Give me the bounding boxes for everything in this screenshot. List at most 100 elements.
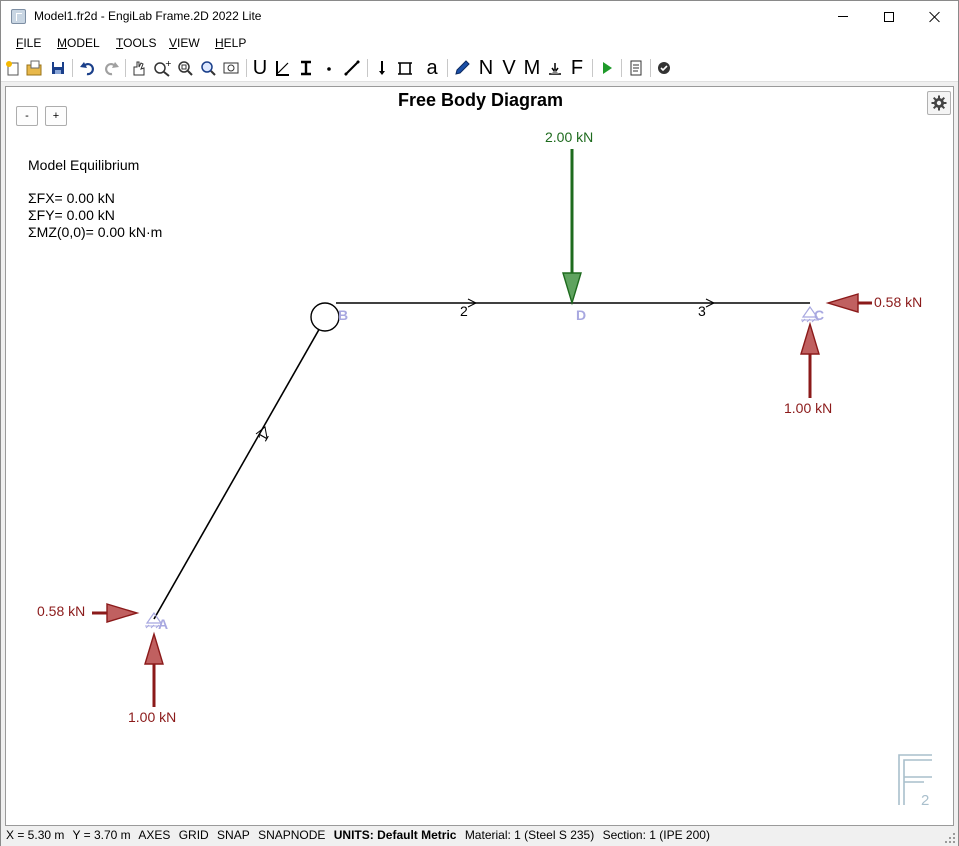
- reaction-cy-arrow[interactable]: [800, 321, 820, 398]
- check-button[interactable]: [655, 57, 673, 79]
- axial-force-icon: N: [478, 57, 494, 79]
- toolbar-separator: [246, 59, 247, 77]
- undo-button[interactable]: [79, 57, 97, 79]
- status-axes-toggle[interactable]: AXES: [138, 828, 170, 842]
- reaction-ay-arrow[interactable]: [144, 631, 164, 707]
- redo-button[interactable]: [102, 57, 120, 79]
- run-analysis-icon: [603, 62, 612, 74]
- reaction-cx-arrow[interactable]: [825, 293, 872, 313]
- minimize-icon: [838, 16, 848, 17]
- node-label-a: A: [158, 616, 169, 632]
- status-units[interactable]: UNITS: Default Metric: [334, 828, 457, 842]
- drawing-canvas[interactable]: - + Free Body Diagram Model Equilibrium …: [5, 86, 954, 826]
- node-label-d: D: [576, 307, 587, 323]
- zoom-previous-icon: [223, 62, 239, 74]
- zoom-in-button[interactable]: +: [153, 57, 171, 79]
- watermark-logo-text: 2: [921, 792, 929, 809]
- status-grid-toggle[interactable]: GRID: [179, 828, 209, 842]
- status-bar: X = 5.30 m Y = 3.70 m AXES GRID SNAP SNA…: [1, 827, 958, 846]
- shear-force-icon: V: [502, 57, 516, 79]
- reactions-button[interactable]: [546, 57, 564, 79]
- toolbar-separator: [621, 59, 622, 77]
- units-button[interactable]: U: [251, 57, 269, 79]
- toolbar-separator: [125, 59, 126, 77]
- applied-load-d-arrow[interactable]: [562, 149, 582, 306]
- report-button[interactable]: [627, 57, 645, 79]
- toolbar-separator: [592, 59, 593, 77]
- menu-view[interactable]: VIEW: [169, 36, 200, 50]
- window-title: Model1.fr2d - EngiLab Frame.2D 2022 Lite: [34, 9, 262, 23]
- toolbar-separator: [72, 59, 73, 77]
- hinge-b-icon[interactable]: [310, 302, 340, 332]
- element-1-line[interactable]: [153, 318, 326, 620]
- status-material[interactable]: Material: 1 (Steel S 235): [465, 828, 594, 842]
- app-window: Model1.fr2d - EngiLab Frame.2D 2022 Lite…: [0, 0, 959, 846]
- menu-help[interactable]: HELP: [215, 36, 246, 50]
- maximize-icon: [884, 11, 894, 22]
- run-analysis-button[interactable]: [598, 57, 616, 79]
- axial-force-button[interactable]: N: [476, 57, 496, 79]
- toolbar-separator: [447, 59, 448, 77]
- report-icon: [630, 60, 642, 76]
- element-load-button[interactable]: [396, 57, 414, 79]
- save-button[interactable]: [50, 57, 66, 79]
- nodal-load-button[interactable]: [373, 57, 391, 79]
- app-logo-icon: [11, 9, 26, 24]
- undo-icon: [80, 62, 95, 76]
- save-icon: [52, 62, 64, 74]
- reactions-icon: [549, 63, 561, 75]
- redo-icon: [104, 62, 119, 76]
- new-file-icon: [6, 61, 19, 76]
- free-body-button[interactable]: F: [568, 57, 586, 79]
- reaction-ay-label: 1.00 kN: [128, 709, 177, 725]
- materials-button[interactable]: [274, 57, 292, 79]
- toolbar-separator: [367, 59, 368, 77]
- close-button[interactable]: [912, 1, 958, 32]
- zoom-window-icon: [178, 61, 193, 76]
- zoom-extents-icon: [201, 61, 216, 76]
- menu-tools[interactable]: TOOLS: [116, 36, 156, 50]
- menu-bar: FILE MODEL TOOLS VIEW HELP: [1, 32, 958, 54]
- free-body-icon: F: [570, 57, 584, 79]
- sections-button[interactable]: [297, 57, 315, 79]
- minimize-button[interactable]: [820, 1, 866, 32]
- reaction-ax-arrow[interactable]: [92, 603, 140, 623]
- moment-button[interactable]: M: [521, 57, 543, 79]
- text-button[interactable]: a: [423, 57, 441, 79]
- status-snapnode-toggle[interactable]: SNAPNODE: [258, 828, 325, 842]
- menu-model[interactable]: MODEL: [57, 36, 100, 50]
- node-icon: [327, 67, 331, 71]
- sections-icon: [301, 60, 311, 76]
- resize-grip-icon[interactable]: [945, 833, 955, 843]
- zoom-window-button[interactable]: [176, 57, 194, 79]
- toolbar: + U a N V M F: [1, 54, 958, 82]
- maximize-button[interactable]: [866, 1, 912, 32]
- reaction-cx-label: 0.58 kN: [874, 294, 923, 310]
- node-button[interactable]: [320, 57, 338, 79]
- status-section[interactable]: Section: 1 (IPE 200): [603, 828, 710, 842]
- element-label-3: 3: [698, 303, 706, 319]
- reaction-ax-label: 0.58 kN: [37, 603, 86, 619]
- shear-force-button[interactable]: V: [499, 57, 519, 79]
- status-y-coordinate: Y = 3.70 m: [72, 828, 131, 842]
- title-bar: Model1.fr2d - EngiLab Frame.2D 2022 Lite: [1, 1, 958, 32]
- pencil-button[interactable]: [453, 57, 471, 79]
- open-file-button[interactable]: [26, 57, 44, 79]
- units-icon: U: [252, 57, 268, 79]
- check-icon: [658, 62, 670, 74]
- menu-file[interactable]: FILE: [16, 36, 41, 50]
- materials-icon: [276, 61, 289, 76]
- zoom-previous-button[interactable]: [222, 57, 240, 79]
- zoom-in-icon: +: [154, 59, 171, 77]
- applied-load-d-label: 2.00 kN: [545, 129, 594, 145]
- status-x-coordinate: X = 5.30 m: [6, 828, 65, 842]
- new-file-button[interactable]: [5, 57, 21, 79]
- element-load-icon: [398, 62, 412, 75]
- pan-button[interactable]: [130, 57, 148, 79]
- element-icon: [344, 60, 360, 76]
- element-button[interactable]: [343, 57, 361, 79]
- zoom-extents-button[interactable]: [199, 57, 217, 79]
- svg-text:+: +: [165, 59, 171, 68]
- moment-icon: M: [523, 57, 541, 79]
- status-snap-toggle[interactable]: SNAP: [217, 828, 250, 842]
